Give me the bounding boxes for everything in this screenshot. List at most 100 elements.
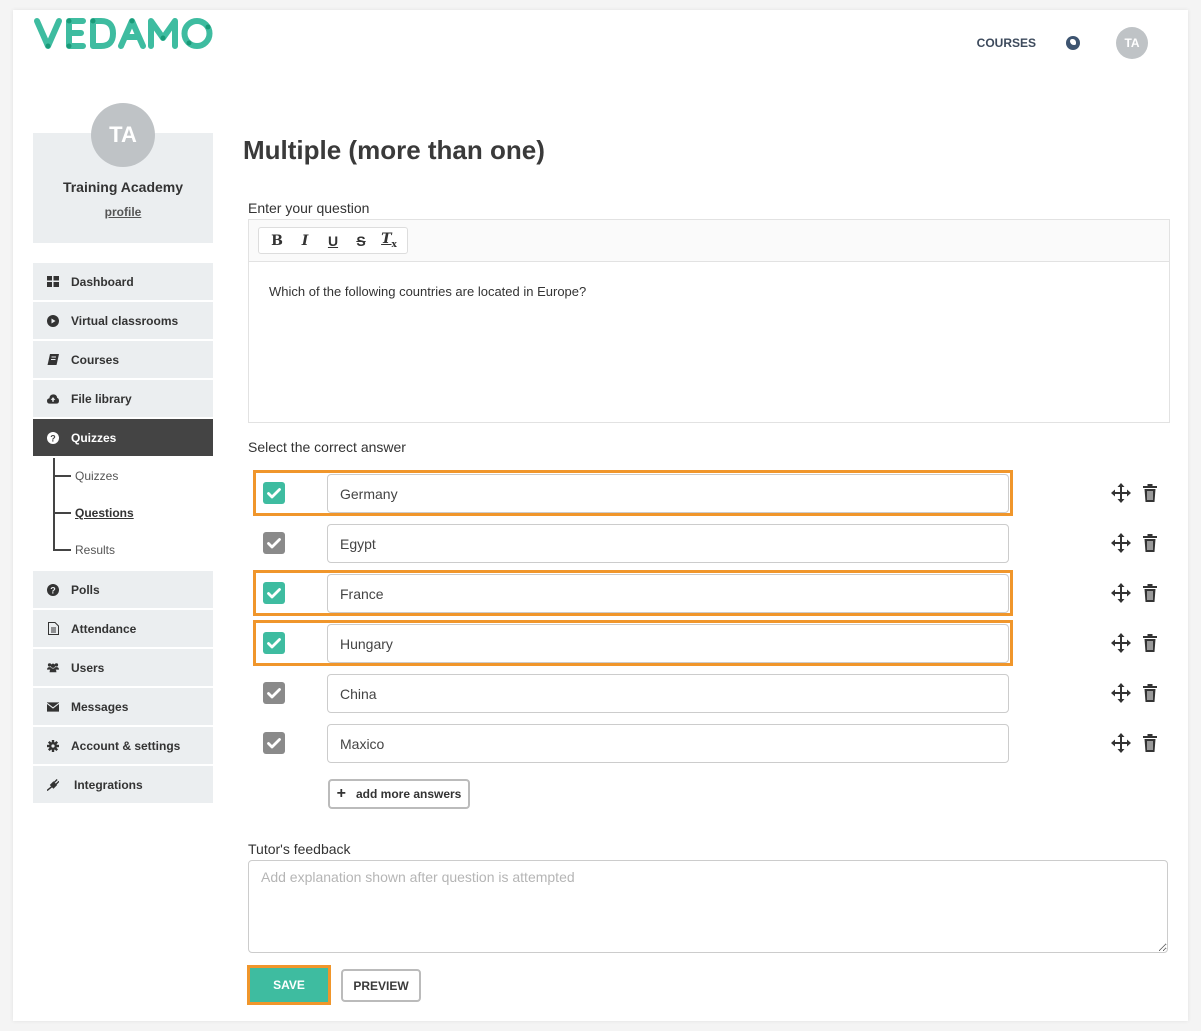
- answer-row: [253, 570, 1173, 620]
- check-icon: [267, 637, 281, 648]
- page: COURSES TA TA Training Academy profile D…: [13, 10, 1188, 1021]
- move-icon[interactable]: [1111, 683, 1131, 703]
- feedback-textarea[interactable]: [248, 860, 1168, 953]
- answer-row: [253, 470, 1173, 520]
- correct-checkbox-unchecked[interactable]: [263, 532, 285, 554]
- move-icon[interactable]: [1111, 483, 1131, 503]
- svg-text:?: ?: [50, 585, 56, 595]
- sidebar-item-polls[interactable]: ? Polls: [33, 571, 213, 608]
- strikethrough-button[interactable]: S: [347, 233, 375, 249]
- sidebar-item-virtual-classrooms[interactable]: Virtual classrooms: [33, 302, 213, 339]
- quizzes-subnav: Quizzes Questions Results: [33, 458, 213, 569]
- subnav-item-quizzes[interactable]: Quizzes: [53, 466, 118, 486]
- correct-checkbox-unchecked[interactable]: [263, 682, 285, 704]
- save-button[interactable]: SAVE: [250, 968, 328, 1002]
- subnav-item-results[interactable]: Results: [53, 540, 115, 560]
- answers-label: Select the correct answer: [248, 439, 406, 455]
- answer-input[interactable]: [327, 674, 1009, 713]
- profile-card: TA Training Academy profile: [33, 103, 213, 243]
- answer-row: [253, 670, 1173, 720]
- trash-icon[interactable]: [1143, 734, 1157, 752]
- sidebar-item-messages[interactable]: Messages: [33, 688, 213, 725]
- answer-input[interactable]: [327, 474, 1009, 513]
- answer-input[interactable]: [327, 524, 1009, 563]
- question-text-area[interactable]: Which of the following countries are loc…: [249, 262, 1169, 321]
- users-icon: [47, 662, 59, 674]
- user-avatar[interactable]: TA: [1116, 26, 1148, 59]
- question-circle-icon: ?: [47, 583, 59, 596]
- sidebar-item-label: Integrations: [74, 777, 143, 792]
- answer-row: [253, 520, 1173, 570]
- format-button-group: B I U S Tx: [258, 227, 408, 254]
- trash-icon[interactable]: [1143, 584, 1157, 602]
- sidebar-item-attendance[interactable]: Attendance: [33, 610, 213, 647]
- sidebar-item-label: Users: [71, 660, 105, 675]
- answer-row: [253, 620, 1173, 670]
- trash-icon[interactable]: [1143, 684, 1157, 702]
- sidebar-item-label: Virtual classrooms: [71, 313, 179, 328]
- add-more-answers-button[interactable]: + add more answers: [328, 779, 470, 809]
- check-icon: [267, 737, 281, 748]
- sidebar-item-label: Account & settings: [71, 738, 181, 753]
- plug-icon: [47, 778, 59, 791]
- save-highlight: SAVE: [247, 965, 331, 1005]
- envelope-icon: [47, 701, 59, 713]
- sidebar-item-courses[interactable]: Courses: [33, 341, 213, 378]
- question-editor: B I U S Tx Which of the following countr…: [248, 219, 1170, 423]
- correct-checkbox-unchecked[interactable]: [263, 732, 285, 754]
- move-icon[interactable]: [1111, 583, 1131, 603]
- preview-button[interactable]: PREVIEW: [341, 969, 421, 1002]
- courses-link[interactable]: COURSES: [977, 36, 1036, 50]
- logo-icon: [34, 18, 213, 49]
- trash-icon[interactable]: [1143, 634, 1157, 652]
- sidebar-item-label: Polls: [71, 582, 100, 597]
- sidebar-item-label: Quizzes: [71, 430, 117, 445]
- sidebar-item-label: Messages: [71, 699, 129, 714]
- trash-icon[interactable]: [1143, 534, 1157, 552]
- answer-input[interactable]: [327, 624, 1009, 663]
- correct-checkbox-checked[interactable]: [263, 632, 285, 654]
- sidebar-item-label: Attendance: [71, 621, 137, 636]
- move-icon[interactable]: [1111, 633, 1131, 653]
- question-circle-icon: ?: [47, 431, 59, 444]
- vedamo-logo[interactable]: [33, 16, 215, 57]
- subnav-item-questions[interactable]: Questions: [53, 503, 134, 523]
- underline-button[interactable]: U: [319, 233, 347, 249]
- globe-icon[interactable]: [1066, 35, 1080, 50]
- sidebar-item-dashboard[interactable]: Dashboard: [33, 263, 213, 300]
- profile-name: Training Academy: [62, 179, 184, 195]
- play-circle-icon: [47, 314, 59, 327]
- page-title: Multiple (more than one): [243, 135, 545, 165]
- move-icon[interactable]: [1111, 533, 1131, 553]
- italic-button[interactable]: I: [291, 233, 319, 249]
- sidebar-item-users[interactable]: Users: [33, 649, 213, 686]
- sidebar-item-label: Dashboard: [71, 274, 134, 289]
- book-icon: [47, 354, 59, 366]
- sidebar-nav: Dashboard Virtual classrooms Courses Fil…: [33, 263, 213, 805]
- bold-button[interactable]: B: [263, 233, 291, 249]
- profile-avatar: TA: [91, 103, 155, 167]
- check-icon: [267, 487, 281, 498]
- cloud-upload-icon: [47, 393, 59, 405]
- clear-format-button[interactable]: Tx: [375, 231, 403, 250]
- plus-icon: +: [336, 785, 346, 802]
- sidebar-item-account-settings[interactable]: Account & settings: [33, 727, 213, 764]
- question-label: Enter your question: [248, 200, 370, 216]
- answer-input[interactable]: [327, 724, 1009, 763]
- sidebar-item-integrations[interactable]: Integrations: [33, 766, 213, 803]
- correct-checkbox-checked[interactable]: [263, 582, 285, 604]
- answers-list: [253, 470, 1173, 770]
- sidebar-item-quizzes[interactable]: ? Quizzes: [33, 419, 213, 456]
- svg-text:?: ?: [50, 433, 56, 443]
- correct-checkbox-checked[interactable]: [263, 482, 285, 504]
- answer-input[interactable]: [327, 574, 1009, 613]
- sidebar-item-file-library[interactable]: File library: [33, 380, 213, 417]
- profile-link[interactable]: profile: [33, 205, 213, 219]
- document-icon: [47, 622, 59, 635]
- move-icon[interactable]: [1111, 733, 1131, 753]
- sidebar-item-label: Courses: [71, 352, 120, 367]
- check-icon: [267, 687, 281, 698]
- top-navigation: COURSES TA: [977, 10, 1188, 75]
- trash-icon[interactable]: [1143, 484, 1157, 502]
- check-icon: [267, 587, 281, 598]
